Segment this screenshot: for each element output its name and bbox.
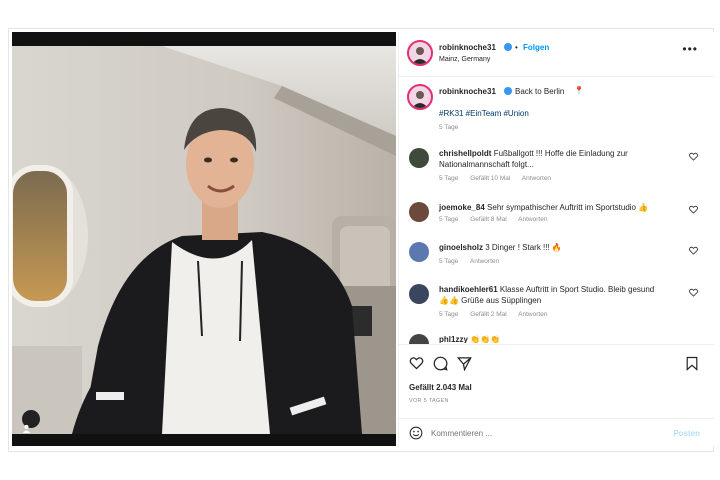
caption-text: Back to Berlin xyxy=(515,87,565,96)
comment-meta: 5 Tage Gefällt 2 Mal Antworten xyxy=(439,311,557,318)
user-tag-icon[interactable] xyxy=(22,410,40,433)
comment-reply-button[interactable]: Antworten xyxy=(518,216,547,223)
post-side-panel: robinknoche31 • Folgen Mainz, Germany ••… xyxy=(398,32,714,446)
caption-avatar[interactable] xyxy=(407,84,433,110)
comment-username[interactable]: joemoke_84 xyxy=(439,203,485,212)
caption-username[interactable]: robinknoche31 xyxy=(439,86,496,97)
share-icon[interactable] xyxy=(457,356,472,371)
comment-likes[interactable]: Gefällt 2 Mal xyxy=(470,311,507,318)
comment-username[interactable]: chrishellpoldt xyxy=(439,149,491,158)
composer-separator xyxy=(399,418,714,419)
comment-icon[interactable] xyxy=(433,356,448,371)
pin-icon: 📍 xyxy=(574,86,584,95)
bookmark-icon[interactable] xyxy=(686,356,698,371)
comment-age: 5 Tage xyxy=(439,216,459,223)
comment-text: handikoehler61 Klasse Auftritt in Sport … xyxy=(439,284,654,295)
author-avatar[interactable] xyxy=(407,40,433,66)
post-comment-button[interactable]: Posten xyxy=(673,428,700,439)
comment-meta: 5 Tage Gefällt 10 Mal Antworten xyxy=(439,175,561,182)
caption-hashtags[interactable]: #RK31 #EinTeam #Union xyxy=(439,108,529,119)
comment-like-icon[interactable] xyxy=(689,205,698,214)
comment-like-icon[interactable] xyxy=(689,246,698,255)
comment-reply-button[interactable]: Antworten xyxy=(470,258,499,265)
post-date: VOR 5 TAGEN xyxy=(409,398,449,404)
header-location[interactable]: Mainz, Germany xyxy=(439,54,490,65)
comment-input[interactable] xyxy=(431,426,661,440)
comment-meta: 5 Tage Gefällt 8 Mal Antworten xyxy=(439,216,557,223)
post-photo[interactable] xyxy=(12,32,396,446)
comment-age: 5 Tage xyxy=(439,258,459,265)
comment-avatar[interactable] xyxy=(409,284,429,304)
header-dot-separator: • xyxy=(515,43,518,52)
comment-avatar[interactable] xyxy=(409,202,429,222)
comment-body: Sehr sympathischer Auftritt im Sportstud… xyxy=(487,203,649,212)
caption-age: 5 Tage xyxy=(439,124,459,131)
follow-button[interactable]: Folgen xyxy=(523,42,549,53)
verified-icon xyxy=(504,43,512,51)
comment-likes[interactable]: Gefällt 8 Mal xyxy=(470,216,507,223)
comment-text: ginoelsholz 3 Dinger ! Stark !!! 🔥 xyxy=(439,242,562,253)
comment-body-line2: 👍👍 Grüße aus Süpplingen xyxy=(439,296,542,305)
comment-body-line2: Nationalmannschaft folgt... xyxy=(439,160,534,169)
comment-reply-button[interactable]: Antworten xyxy=(518,311,547,318)
header-separator xyxy=(399,76,714,77)
like-icon[interactable] xyxy=(409,356,424,370)
comment-avatar[interactable] xyxy=(409,242,429,262)
comment-meta: 5 Tage Antworten xyxy=(439,258,509,265)
comment-body: 3 Dinger ! Stark !!! 🔥 xyxy=(485,243,562,252)
comment-username[interactable]: ginoelsholz xyxy=(439,243,483,252)
comment-like-icon[interactable] xyxy=(689,152,698,161)
comment-text: phl1zzy 👏👏👏 xyxy=(439,334,500,343)
header-username[interactable]: robinknoche31 xyxy=(439,42,496,53)
comment-reply-button[interactable]: Antworten xyxy=(522,175,551,182)
comment-body: Fußballgott !!! Hoffe die Einladung zur xyxy=(493,149,628,158)
likes-count[interactable]: Gefällt 2.043 Mal xyxy=(409,382,472,393)
comment-text: chrishellpoldt Fußballgott !!! Hoffe die… xyxy=(439,148,628,159)
comment-avatar[interactable] xyxy=(409,334,429,344)
caption-verified-icon xyxy=(504,87,512,95)
emoji-icon[interactable] xyxy=(409,426,423,440)
comment-body: Klasse Auftritt in Sport Studio. Bleib g… xyxy=(499,285,655,294)
comment-body: 👏👏👏 xyxy=(470,335,501,343)
actions-separator xyxy=(399,344,714,345)
comment-age: 5 Tage xyxy=(439,311,459,318)
comment-like-icon[interactable] xyxy=(689,288,698,297)
photo-illustration xyxy=(12,46,396,434)
comment-avatar[interactable] xyxy=(409,148,429,168)
comment-age: 5 Tage xyxy=(439,175,459,182)
comment-username[interactable]: handikoehler61 xyxy=(439,285,498,294)
comment-text: joemoke_84 Sehr sympathischer Auftritt i… xyxy=(439,202,648,213)
comment-username[interactable]: phl1zzy xyxy=(439,335,468,343)
comment-likes[interactable]: Gefällt 10 Mal xyxy=(470,175,510,182)
more-options-icon[interactable]: ••• xyxy=(682,43,698,55)
